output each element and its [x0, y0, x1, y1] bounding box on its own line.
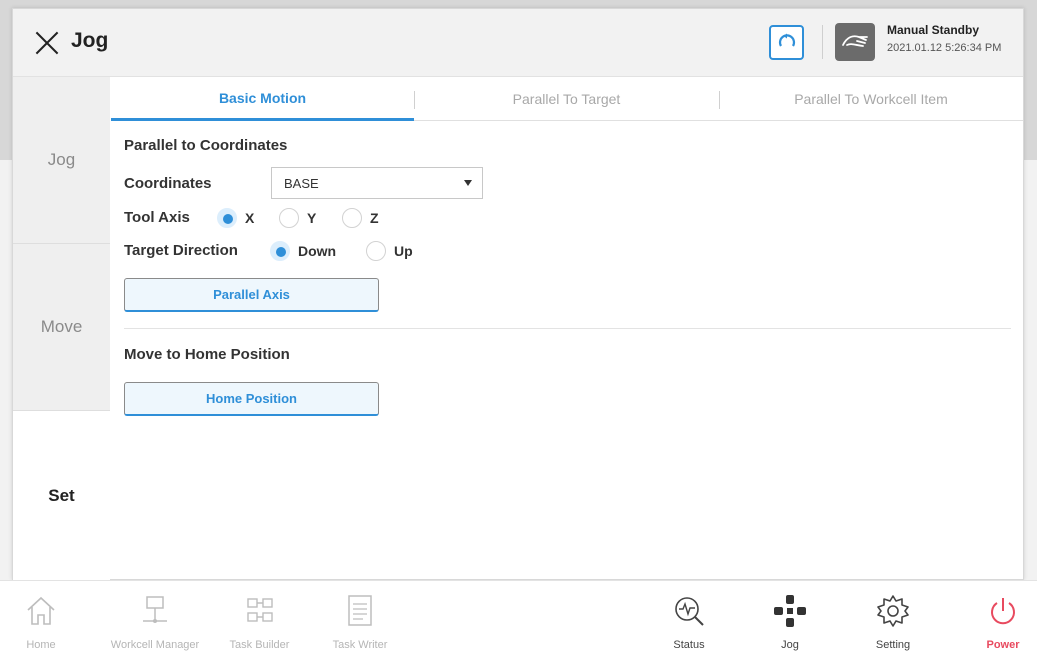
tab-bar: Basic Motion Parallel To Target Parallel… [111, 77, 1023, 121]
task-builder-icon [238, 589, 282, 633]
nav-home[interactable]: Home [20, 581, 62, 656]
radio-unselected-icon [366, 241, 386, 261]
tool-axis-x-label: X [245, 210, 255, 226]
target-direction-label: Target Direction [124, 242, 238, 259]
tool-axis-z-label: Z [370, 210, 379, 226]
status-icon [667, 589, 711, 633]
home-icon [19, 589, 63, 633]
nav-status[interactable]: Status [668, 581, 710, 656]
jog-dialog: Jog Manual Standby 2021.01.12 5:26:34 PM… [12, 8, 1024, 580]
home-section-title: Move to Home Position [124, 346, 290, 363]
nav-home-label: Home [26, 639, 56, 651]
tool-axis-z-radio[interactable]: Z [342, 208, 379, 228]
section-divider [124, 328, 1011, 329]
nav-workcell-manager-label: Workcell Manager [110, 639, 200, 651]
dialog-title: Jog [71, 29, 109, 52]
side-nav-set[interactable]: Set [13, 411, 110, 580]
nav-setting-label: Setting [875, 639, 911, 651]
side-nav-jog[interactable]: Jog [13, 77, 110, 244]
jog-icon [768, 589, 812, 633]
nav-status-label: Status [673, 639, 705, 651]
radio-selected-icon [270, 241, 290, 261]
workcell-icon [133, 589, 177, 633]
tool-axis-y-label: Y [307, 210, 317, 226]
nav-workcell-manager[interactable]: Workcell Manager [100, 581, 210, 656]
status-datetime: 2021.01.12 5:26:34 PM [887, 42, 1002, 54]
tab-parallel-to-target[interactable]: Parallel To Target [414, 77, 719, 121]
radio-selected-icon [217, 208, 237, 228]
tab-basic-motion[interactable]: Basic Motion [111, 77, 414, 121]
bottom-nav-bar: Home Workcell Manager Task Builder Task … [0, 580, 1037, 656]
nav-task-builder[interactable]: Task Builder [222, 581, 297, 656]
manual-mode-icon [835, 23, 875, 61]
parallel-axis-button[interactable]: Parallel Axis [124, 278, 379, 312]
side-nav: Jog Move Set [13, 77, 110, 580]
mode-label: Manual Standby [887, 23, 980, 37]
nav-setting[interactable]: Setting [871, 581, 915, 656]
tool-axis-x-radio[interactable]: X [217, 208, 254, 228]
nav-task-builder-label: Task Builder [229, 639, 290, 651]
target-direction-up-label: Up [394, 243, 413, 259]
task-writer-icon [338, 589, 382, 633]
nav-power-label: Power [986, 639, 1020, 651]
side-nav-move[interactable]: Move [13, 244, 110, 411]
nav-jog-label: Jog [781, 639, 799, 651]
close-icon[interactable] [33, 29, 61, 57]
refresh-button[interactable] [769, 25, 804, 60]
gear-icon [871, 589, 915, 633]
chevron-down-icon [464, 180, 472, 186]
nav-jog[interactable]: Jog [769, 581, 811, 656]
parallel-section-title: Parallel to Coordinates [124, 137, 288, 154]
nav-task-writer[interactable]: Task Writer [320, 581, 400, 656]
coordinates-label: Coordinates [124, 175, 212, 192]
refresh-icon [778, 33, 795, 47]
coordinates-select[interactable]: BASE [271, 167, 483, 199]
toolbar-divider [822, 25, 823, 59]
coordinates-value: BASE [284, 176, 319, 191]
title-bar: Jog Manual Standby 2021.01.12 5:26:34 PM [13, 9, 1023, 77]
target-direction-up-radio[interactable]: Up [366, 241, 413, 261]
target-direction-down-radio[interactable]: Down [270, 241, 336, 261]
tab-parallel-to-workcell-item[interactable]: Parallel To Workcell Item [719, 77, 1023, 121]
tool-axis-y-radio[interactable]: Y [279, 208, 316, 228]
radio-unselected-icon [342, 208, 362, 228]
target-direction-down-label: Down [298, 243, 337, 259]
nav-power[interactable]: Power [980, 581, 1026, 656]
nav-task-writer-label: Task Writer [332, 639, 388, 651]
home-position-button[interactable]: Home Position [124, 382, 379, 416]
power-icon [981, 589, 1025, 633]
radio-unselected-icon [279, 208, 299, 228]
tool-axis-label: Tool Axis [124, 209, 190, 226]
